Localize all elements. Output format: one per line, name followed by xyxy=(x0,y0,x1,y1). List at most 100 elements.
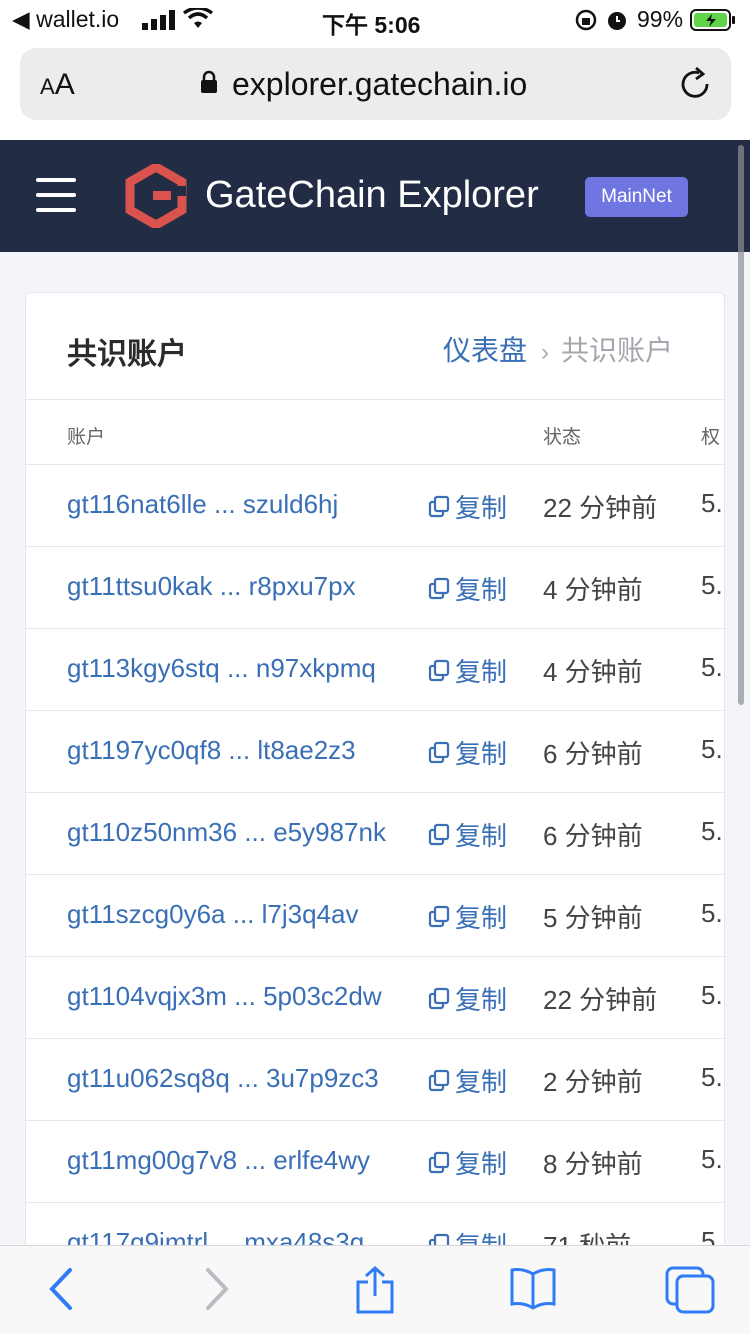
table-row: gt11szcg0y6a ... l7j3q4av 复制 5 分钟前 5. xyxy=(26,875,724,957)
battery-percent: 99% xyxy=(637,6,684,32)
address-bar[interactable]: AA explorer.gatechain.io xyxy=(20,48,731,120)
table-row: gt1197yc0qf8 ... lt8ae2z3 复制 6 分钟前 5. xyxy=(26,711,724,793)
breadcrumb-dashboard-link[interactable]: 仪表盘 xyxy=(443,335,527,366)
status-time: 2 分钟前 xyxy=(543,1067,643,1097)
menu-icon[interactable] xyxy=(36,178,76,212)
weight-value: 5. xyxy=(701,488,723,518)
copy-label: 复制 xyxy=(455,985,508,1015)
column-header-weight: 权 xyxy=(701,427,721,448)
breadcrumb-current: 共识账户 xyxy=(561,335,674,366)
breadcrumb-separator-icon: › xyxy=(541,339,550,366)
page-scrollbar[interactable] xyxy=(738,145,744,705)
brand-title[interactable]: GateChain Explorer xyxy=(205,174,539,217)
table-row: gt1104vqjx3m ... 5p03c2dw 复制 22 分钟前 5. xyxy=(26,957,724,1039)
account-address-link[interactable]: gt11u062sq8q ... 3u7p9zc3 xyxy=(67,1063,379,1094)
copy-button[interactable]: 复制 xyxy=(427,734,507,771)
back-icon[interactable] xyxy=(46,1266,76,1317)
copy-button[interactable]: 复制 xyxy=(427,488,507,525)
status-time: 5 分钟前 xyxy=(543,903,643,933)
weight-value: 5. xyxy=(701,570,723,600)
rotation-lock-icon xyxy=(575,9,597,36)
weight-value: 5. xyxy=(701,734,723,764)
bookmarks-icon[interactable] xyxy=(509,1266,557,1315)
copy-icon xyxy=(427,659,455,683)
browser-toolbar xyxy=(0,1245,750,1334)
account-address-link[interactable]: gt1104vqjx3m ... 5p03c2dw xyxy=(67,981,382,1012)
clock: 下午 5:06 xyxy=(322,12,421,38)
copy-button[interactable]: 复制 xyxy=(427,1062,507,1099)
column-header-status: 状态 xyxy=(543,427,582,448)
copy-button[interactable]: 复制 xyxy=(427,980,507,1017)
table-row: gt11mg00g7v8 ... erlfe4wy 复制 8 分钟前 5. xyxy=(26,1121,724,1203)
status-time: 4 分钟前 xyxy=(543,575,643,605)
copy-button[interactable]: 复制 xyxy=(427,652,507,689)
copy-label: 复制 xyxy=(455,739,508,769)
copy-icon xyxy=(427,823,455,847)
account-address-link[interactable]: gt11ttsu0kak ... r8pxu7px xyxy=(67,571,356,602)
breadcrumb: 仪表盘 › 共识账户 xyxy=(443,329,673,369)
table-row: gt11ttsu0kak ... r8pxu7px 复制 4 分钟前 5. xyxy=(26,547,724,629)
site-header: GateChain Explorer MainNet xyxy=(0,140,750,252)
url-text[interactable]: explorer.gatechain.io xyxy=(232,66,527,103)
network-badge[interactable]: MainNet xyxy=(585,177,688,217)
back-to-app[interactable]: ◀ wallet.io xyxy=(12,6,119,33)
table-row: gt113kgy6stq ... n97xkpmq 复制 4 分钟前 5. xyxy=(26,629,724,711)
weight-value: 5. xyxy=(701,980,723,1010)
copy-label: 复制 xyxy=(455,657,508,687)
copy-label: 复制 xyxy=(455,903,508,933)
copy-button[interactable]: 复制 xyxy=(427,898,507,935)
accounts-table-body: gt116nat6lle ... szuld6hj 复制 22 分钟前 5. gt11t… xyxy=(26,465,724,1251)
copy-icon xyxy=(427,1151,455,1175)
wifi-icon xyxy=(182,6,214,35)
copy-label: 复制 xyxy=(455,821,508,851)
weight-value: 5. xyxy=(701,816,723,846)
weight-value: 5. xyxy=(701,1144,723,1174)
column-header-account: 账户 xyxy=(67,427,106,448)
status-time: 8 分钟前 xyxy=(543,1149,643,1179)
weight-value: 5. xyxy=(701,652,723,682)
copy-icon xyxy=(427,1069,455,1093)
status-time: 22 分钟前 xyxy=(543,493,658,523)
copy-button[interactable]: 复制 xyxy=(427,570,507,607)
status-time: 6 分钟前 xyxy=(543,821,643,851)
account-address-link[interactable]: gt1197yc0qf8 ... lt8ae2z3 xyxy=(67,735,356,766)
text-size-button[interactable]: AA xyxy=(40,68,75,102)
weight-value: 5. xyxy=(701,898,723,928)
account-address-link[interactable]: gt116nat6lle ... szuld6hj xyxy=(67,489,338,520)
reload-icon[interactable] xyxy=(679,66,713,107)
status-bar: ◀ wallet.io 下午 5:06 99% xyxy=(0,0,750,40)
account-address-link[interactable]: gt113kgy6stq ... n97xkpmq xyxy=(67,653,376,684)
status-time: 22 分钟前 xyxy=(543,985,658,1015)
signal-icon xyxy=(142,10,176,35)
gatechain-logo-icon[interactable] xyxy=(125,161,187,233)
forward-icon[interactable] xyxy=(202,1266,232,1317)
status-time: 6 分钟前 xyxy=(543,739,643,769)
table-row: gt110z50nm36 ... e5y987nk 复制 6 分钟前 5. xyxy=(26,793,724,875)
copy-icon xyxy=(427,741,455,765)
browser-address-area: AA explorer.gatechain.io xyxy=(0,40,750,140)
tabs-icon[interactable] xyxy=(665,1266,715,1319)
copy-button[interactable]: 复制 xyxy=(427,1144,507,1181)
table-row: gt11u062sq8q ... 3u7p9zc3 复制 2 分钟前 5. xyxy=(26,1039,724,1121)
copy-icon xyxy=(427,905,455,929)
lock-icon xyxy=(200,70,218,99)
table-row: gt116nat6lle ... szuld6hj 复制 22 分钟前 5. xyxy=(26,465,724,547)
alarm-icon xyxy=(605,8,629,37)
back-app-label: wallet.io xyxy=(36,6,120,32)
copy-icon xyxy=(427,577,455,601)
copy-label: 复制 xyxy=(455,575,508,605)
copy-label: 复制 xyxy=(455,1067,508,1097)
table-header: 账户 状态 权 xyxy=(26,399,724,465)
copy-icon xyxy=(427,495,455,519)
copy-icon xyxy=(427,987,455,1011)
account-address-link[interactable]: gt11mg00g7v8 ... erlfe4wy xyxy=(67,1145,370,1176)
account-address-link[interactable]: gt110z50nm36 ... e5y987nk xyxy=(67,817,386,848)
battery-icon xyxy=(690,8,736,37)
account-address-link[interactable]: gt11szcg0y6a ... l7j3q4av xyxy=(67,899,358,930)
weight-value: 5. xyxy=(701,1062,723,1092)
page-title: 共识账户 xyxy=(67,338,187,371)
share-icon[interactable] xyxy=(353,1265,397,1319)
copy-button[interactable]: 复制 xyxy=(427,816,507,853)
status-time: 4 分钟前 xyxy=(543,657,643,687)
copy-label: 复制 xyxy=(455,493,508,523)
